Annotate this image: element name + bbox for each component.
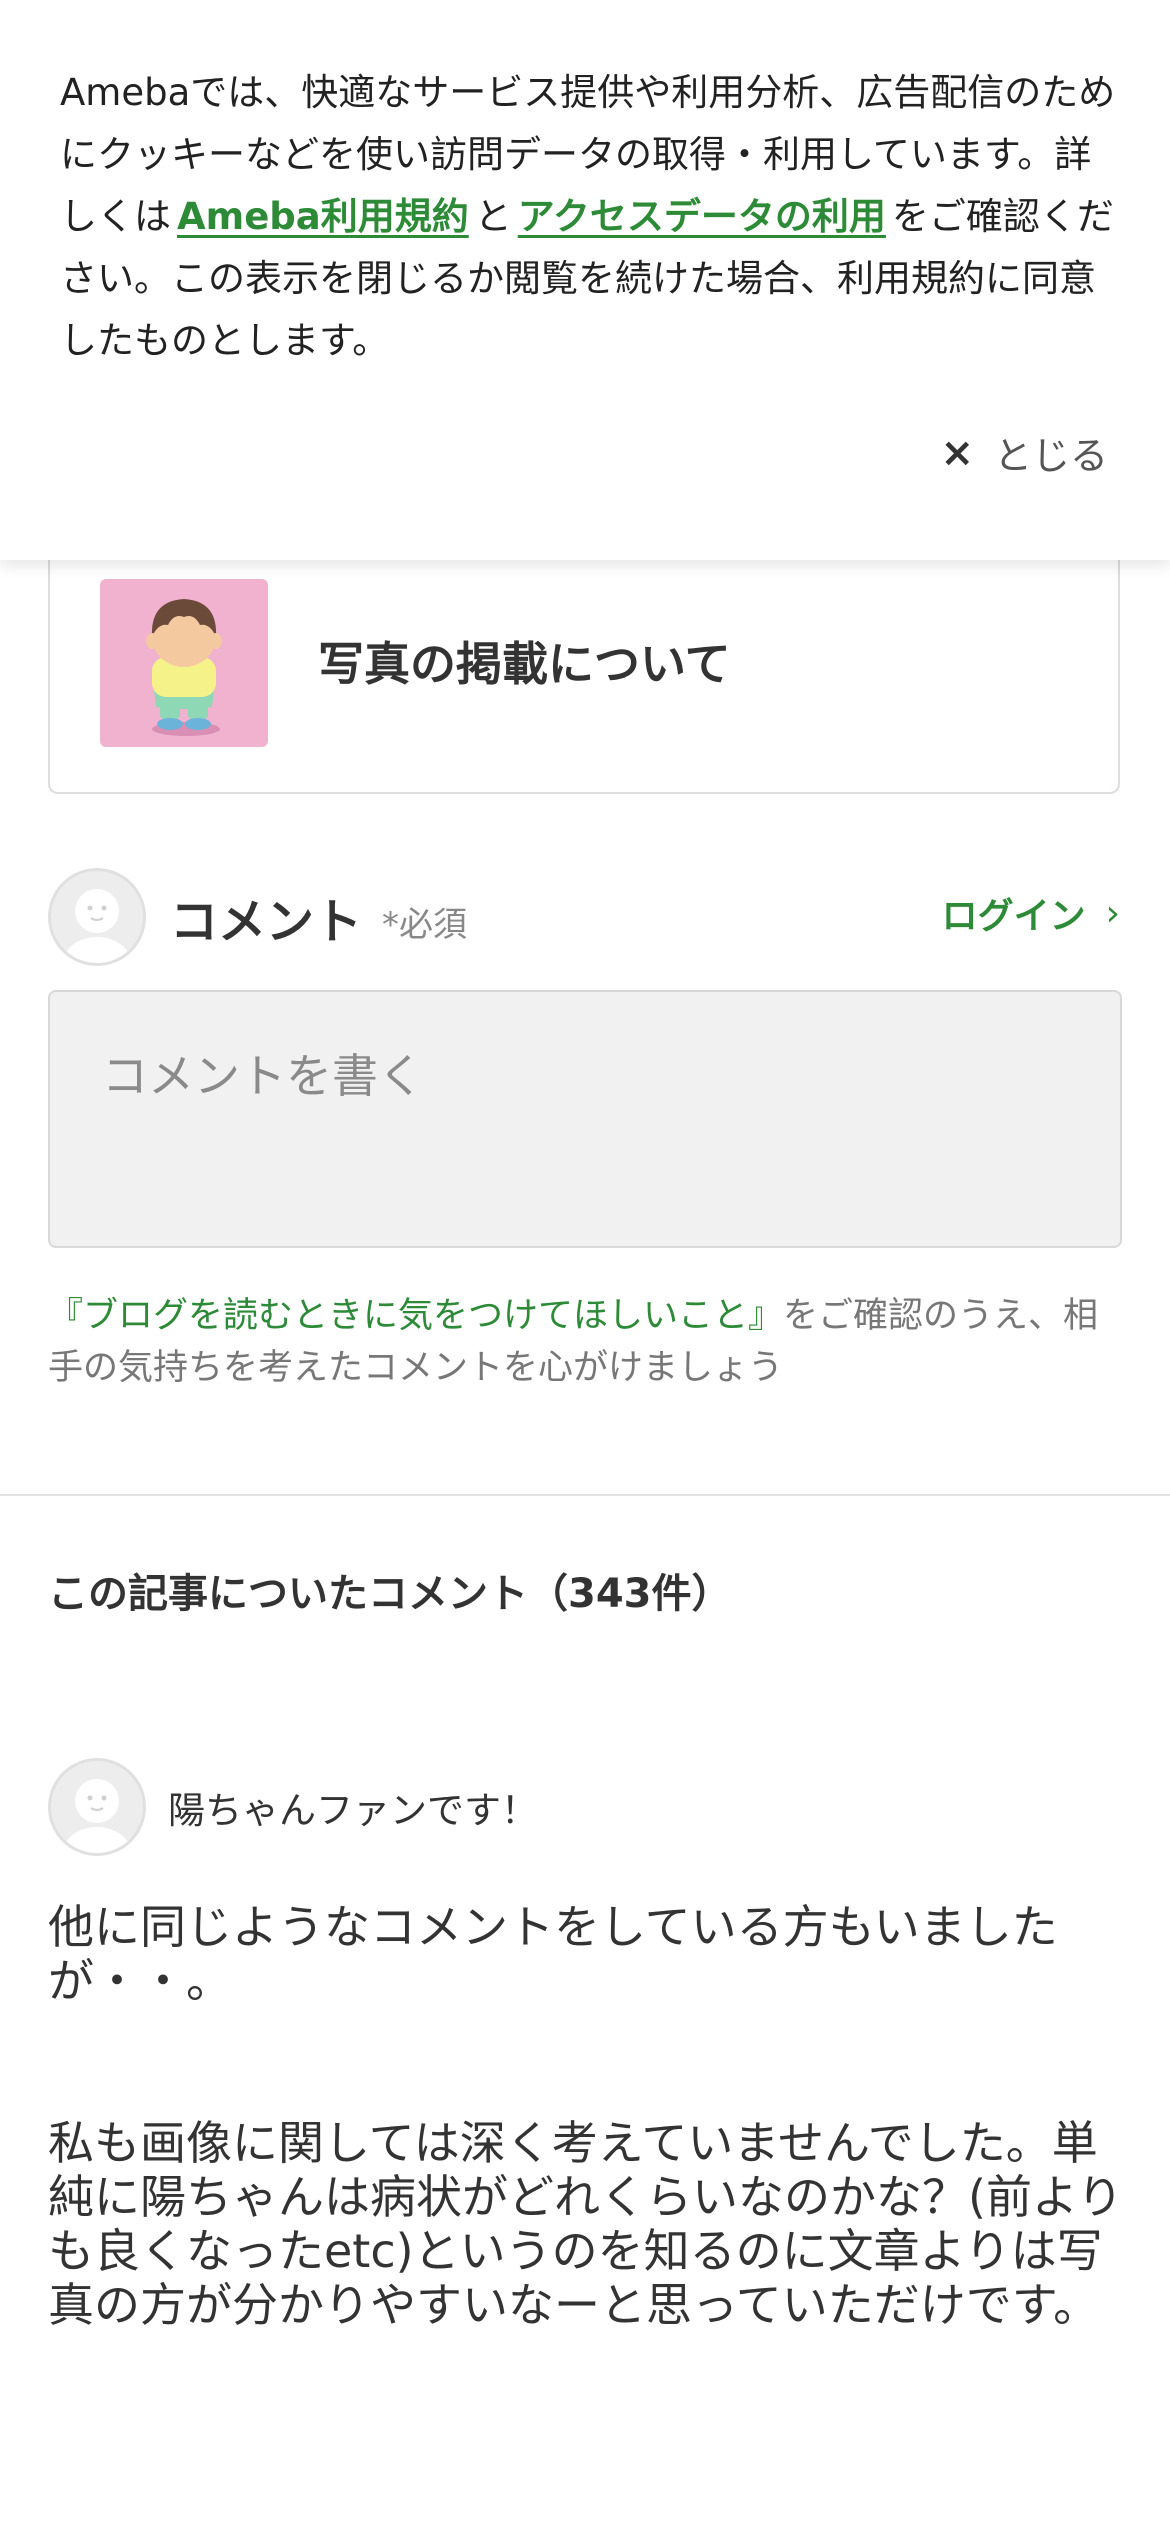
blog-guideline-link[interactable]: 『ブログを読むときに気をつけてほしいこと』 — [48, 1296, 783, 1336]
cookie-notice-text: Amebaでは、快適なサービス提供や利用分析、広告配信のためにクッキーなどを使い… — [60, 62, 1120, 372]
section-divider — [0, 1494, 1170, 1496]
login-link[interactable]: ログイン › — [942, 887, 1120, 939]
comment-guideline-notice: 『ブログを読むときに気をつけてほしいこと』をご確認のうえ、相手の気持ちを考えたコ… — [48, 1290, 1128, 1394]
commenter-name[interactable]: 陽ちゃんファンです！ — [168, 1780, 538, 1834]
related-article-card[interactable]: 写真の掲載について — [48, 520, 1120, 794]
comment-paragraph: 私も画像に関しては深く考えていませんでした。単純に陽ちゃんは病状がどれくらいなの… — [48, 2116, 1124, 2332]
comments-section-title: この記事についたコメント（343件） — [48, 1571, 732, 1617]
cookie-banner: Amebaでは、快適なサービス提供や利用分析、広告配信のためにクッキーなどを使い… — [0, 0, 1170, 560]
terms-link[interactable]: Ameba利用規約 — [171, 195, 475, 238]
child-illustration-icon — [146, 599, 222, 736]
comment-heading: コメント — [170, 894, 363, 950]
required-label: *必須 — [382, 905, 467, 945]
login-label: ログイン — [941, 896, 1086, 937]
article-thumbnail — [100, 579, 268, 747]
close-icon: × — [940, 429, 974, 476]
default-avatar-icon — [63, 1779, 131, 1853]
commenter-avatar[interactable] — [48, 1758, 146, 1856]
related-article-title: 写真の掲載について — [318, 637, 731, 691]
comment-body: 他に同じようなコメントをしている方もいましたが・・。 私も画像に関しては深く考え… — [48, 1900, 1138, 2332]
user-avatar — [48, 868, 146, 966]
comment-input[interactable] — [48, 990, 1122, 1248]
chevron-right-icon: › — [1105, 892, 1120, 934]
comment-paragraph: 他に同じようなコメントをしている方もいましたが・・。 — [48, 1900, 1058, 2008]
close-banner-button[interactable]: × とじる — [940, 425, 1108, 480]
default-avatar-icon — [63, 889, 131, 963]
cookie-text-middle: と — [474, 195, 512, 238]
close-label: とじる — [993, 434, 1108, 478]
access-data-link[interactable]: アクセスデータの利用 — [512, 195, 892, 238]
